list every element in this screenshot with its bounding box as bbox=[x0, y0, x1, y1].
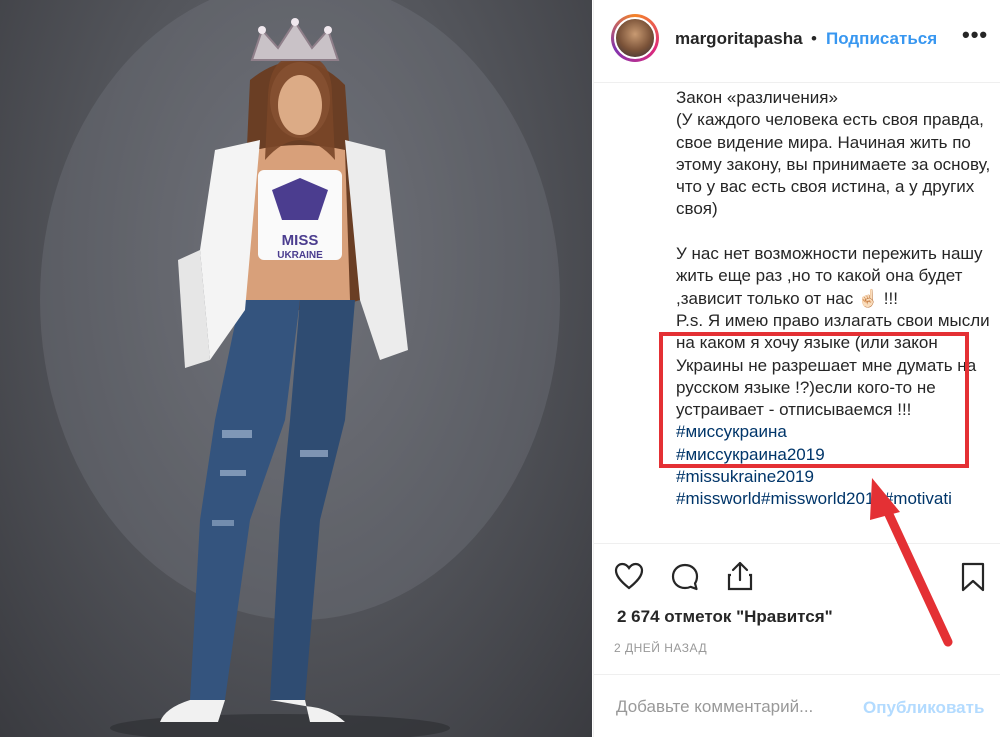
comment-bar: Опубликовать bbox=[594, 674, 1000, 738]
avatar-image bbox=[614, 17, 656, 59]
post-timestamp[interactable]: 2 ДНЕЙ НАЗАД bbox=[614, 641, 707, 655]
publish-button[interactable]: Опубликовать bbox=[863, 698, 984, 718]
likes-count[interactable]: 2 674 отметок "Нравится" bbox=[617, 607, 833, 627]
shirt-logo-text: MISS bbox=[282, 232, 319, 249]
hashtag-link[interactable]: #missukraine2019 bbox=[676, 467, 814, 486]
bookmark-icon[interactable] bbox=[960, 562, 986, 597]
separator-dot: • bbox=[811, 29, 817, 48]
shirt-logo-subtext: UKRAINE bbox=[277, 250, 323, 261]
hashtag-link[interactable]: #missworld#missworld2019#motivati bbox=[676, 489, 952, 508]
action-bar bbox=[594, 543, 1000, 604]
post-caption: Закон «различения» (У каждого человека е… bbox=[676, 87, 996, 539]
username-link[interactable]: margoritapasha bbox=[675, 29, 803, 49]
post-header: margoritapasha • Подписаться ••• bbox=[594, 0, 1000, 83]
follow-button[interactable]: Подписаться bbox=[826, 29, 937, 49]
avatar[interactable] bbox=[611, 14, 659, 62]
caption-text: Закон «различения» (У каждого человека е… bbox=[676, 88, 991, 420]
post-photo[interactable]: MISS UKRAINE bbox=[0, 0, 592, 737]
post-sidebar: margoritapasha • Подписаться ••• Закон «… bbox=[593, 0, 1000, 737]
comment-input[interactable] bbox=[616, 695, 841, 719]
post-photo-illustration: MISS UKRAINE bbox=[40, 0, 560, 737]
hashtag-link[interactable]: #миссукраина bbox=[676, 422, 787, 441]
hashtag-link[interactable]: #миссукраина2019 bbox=[676, 445, 825, 464]
more-options-icon[interactable]: ••• bbox=[962, 22, 988, 48]
comment-icon[interactable] bbox=[670, 562, 700, 597]
share-icon[interactable] bbox=[725, 560, 755, 597]
heart-icon[interactable] bbox=[614, 562, 644, 595]
